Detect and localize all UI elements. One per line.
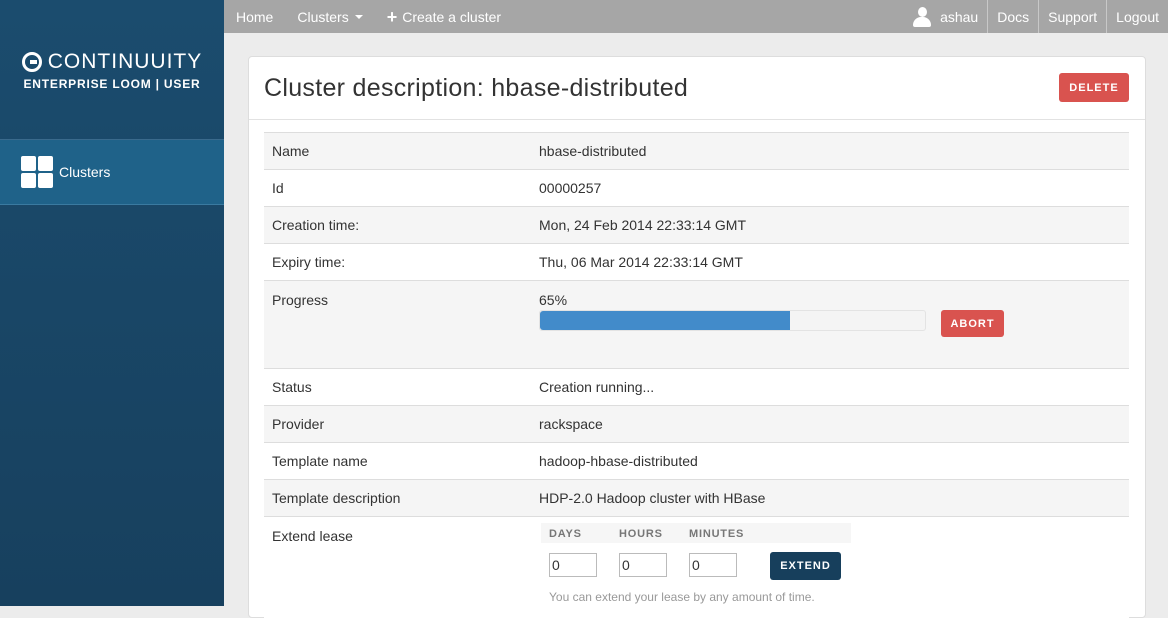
sidebar-item-clusters[interactable]: Clusters [0, 140, 224, 205]
table-row: Creation time: Mon, 24 Feb 2014 22:33:14… [264, 207, 1129, 244]
table-row: Progress 65% ABORT [264, 281, 1129, 369]
cluster-details-table: Name hbase-distributed Id 00000257 Creat… [264, 132, 1129, 618]
nav-docs-link[interactable]: Docs [987, 0, 1038, 33]
delete-button[interactable]: DELETE [1059, 73, 1129, 102]
row-key: Progress [264, 281, 531, 369]
days-label: DAYS [549, 528, 582, 540]
nav-create-label: Create a cluster [402, 9, 501, 25]
row-key: Expiry time: [264, 244, 531, 281]
days-input[interactable]: 0 [549, 553, 597, 577]
nav-support-link[interactable]: Support [1038, 0, 1106, 33]
top-nav: Home Clusters + Create a cluster ashau D… [224, 0, 1168, 33]
nav-clusters-label: Clusters [297, 9, 348, 25]
row-key: Name [264, 133, 531, 170]
table-row: Template description HDP-2.0 Hadoop clus… [264, 480, 1129, 517]
sidebar-item-label: Clusters [59, 164, 110, 180]
row-value: rackspace [531, 406, 1129, 443]
brand-name: CONTINUUITY [48, 50, 203, 74]
table-row: Template name hadoop-hbase-distributed [264, 443, 1129, 480]
extend-lease-cell: DAYS HOURS MINUTES 0 0 0 EXTEND You can … [531, 517, 1129, 618]
progress-bar [539, 310, 926, 331]
lease-header: DAYS HOURS MINUTES [541, 523, 851, 543]
row-value: HDP-2.0 Hadoop cluster with HBase [531, 480, 1129, 517]
row-value: Thu, 06 Mar 2014 22:33:14 GMT [531, 244, 1129, 281]
continuuity-logo-icon [22, 52, 42, 72]
nav-logout-link[interactable]: Logout [1106, 0, 1168, 33]
chevron-down-icon [355, 15, 363, 19]
row-value: Creation running... [531, 369, 1129, 406]
nav-username: ashau [940, 9, 978, 25]
lease-help-text: You can extend your lease by any amount … [549, 590, 815, 604]
nav-clusters-dropdown[interactable]: Clusters [285, 0, 374, 33]
table-row: Extend lease DAYS HOURS MINUTES 0 0 0 EX… [264, 517, 1129, 618]
brand-logo[interactable]: CONTINUUITY ENTERPRISE LOOM | USER [0, 50, 224, 91]
brand-subtitle: ENTERPRISE LOOM | USER [0, 77, 224, 91]
plus-icon: + [387, 8, 398, 26]
table-row: Id 00000257 [264, 170, 1129, 207]
row-key: Template description [264, 480, 531, 517]
grid-icon [21, 156, 53, 188]
user-icon [912, 6, 932, 28]
nav-home-link[interactable]: Home [224, 0, 285, 33]
row-value: 00000257 [531, 170, 1129, 207]
row-key: Creation time: [264, 207, 531, 244]
row-key: Status [264, 369, 531, 406]
minutes-input[interactable]: 0 [689, 553, 737, 577]
row-value: Mon, 24 Feb 2014 22:33:14 GMT [531, 207, 1129, 244]
table-row: Status Creation running... [264, 369, 1129, 406]
progress-percent: 65% [539, 292, 567, 308]
table-row: Expiry time: Thu, 06 Mar 2014 22:33:14 G… [264, 244, 1129, 281]
page-title: Cluster description: hbase-distributed [264, 74, 688, 103]
progress-bar-fill [540, 311, 790, 330]
hours-input[interactable]: 0 [619, 553, 667, 577]
row-key: Extend lease [264, 517, 531, 618]
row-key: Id [264, 170, 531, 207]
title-divider [249, 119, 1145, 120]
row-value: hadoop-hbase-distributed [531, 443, 1129, 480]
table-row: Name hbase-distributed [264, 133, 1129, 170]
row-key: Provider [264, 406, 531, 443]
hours-label: HOURS [619, 528, 663, 540]
sidebar: CONTINUUITY ENTERPRISE LOOM | USER Clust… [0, 0, 224, 606]
nav-create-cluster-link[interactable]: + Create a cluster [375, 0, 513, 33]
minutes-label: MINUTES [689, 528, 744, 540]
cluster-panel: Cluster description: hbase-distributed D… [248, 56, 1146, 618]
extend-button[interactable]: EXTEND [770, 552, 841, 580]
table-row: Provider rackspace [264, 406, 1129, 443]
row-value: hbase-distributed [531, 133, 1129, 170]
row-key: Template name [264, 443, 531, 480]
progress-cell: 65% ABORT [531, 281, 1129, 369]
abort-button[interactable]: ABORT [941, 310, 1004, 337]
nav-user-menu[interactable]: ashau [903, 0, 987, 33]
